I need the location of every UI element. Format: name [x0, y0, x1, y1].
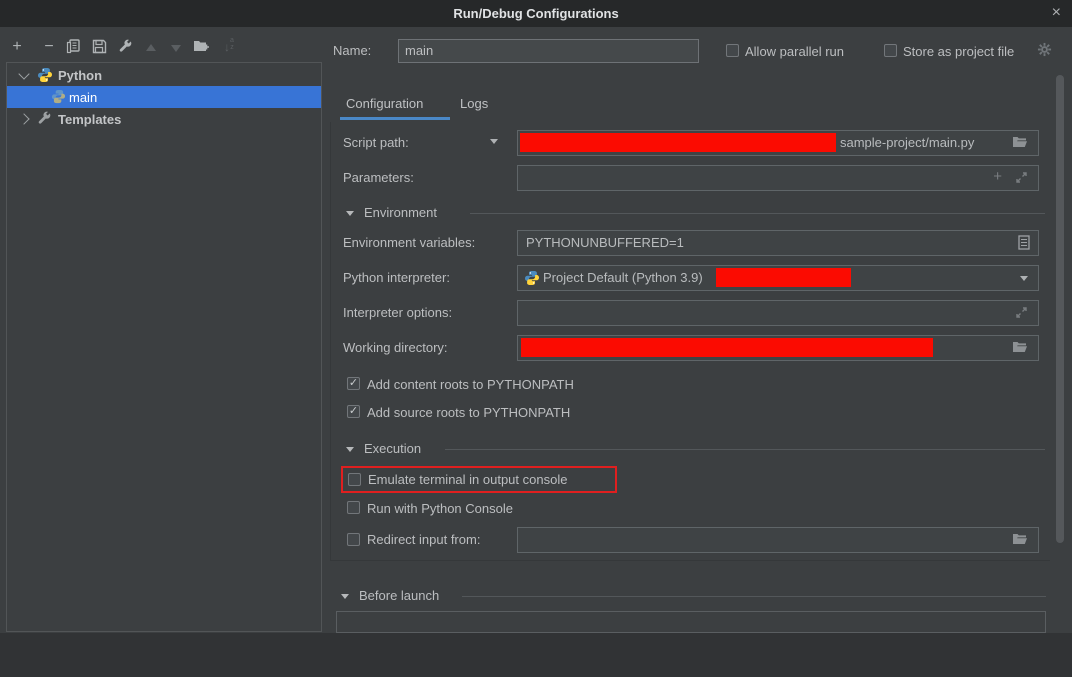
section-divider: [445, 449, 1045, 450]
interpreter-options-input[interactable]: [517, 300, 1039, 326]
python-icon: [37, 67, 53, 83]
python-interpreter-label: Python interpreter:: [343, 270, 450, 285]
gear-icon[interactable]: [1037, 42, 1052, 62]
script-path-value: sample-project/main.py: [840, 131, 974, 155]
allow-parallel-run-label: Allow parallel run: [745, 44, 844, 59]
execution-collapse-icon[interactable]: [346, 447, 354, 452]
tree-item-label: Templates: [58, 112, 121, 127]
before-launch-section-header: Before launch: [359, 588, 439, 603]
copy-configuration-icon[interactable]: [63, 37, 83, 57]
tree-item-label: main: [69, 90, 97, 105]
configurations-tree: Python main Templates: [6, 62, 322, 632]
edit-templates-icon[interactable]: [115, 37, 135, 57]
python-icon: [524, 270, 540, 291]
tree-item-python[interactable]: Python: [7, 64, 321, 86]
store-as-project-file-label: Store as project file: [903, 44, 1014, 59]
vertical-scrollbar[interactable]: [1056, 75, 1064, 543]
script-path-type-dropdown-icon[interactable]: [490, 139, 498, 144]
tree-item-main[interactable]: main: [7, 86, 321, 108]
redaction-block: [521, 338, 933, 357]
environment-section-header: Environment: [364, 205, 437, 220]
script-path-input[interactable]: sample-project/main.py: [517, 130, 1039, 156]
execution-section-header: Execution: [364, 441, 421, 456]
run-with-python-console-label: Run with Python Console: [367, 501, 513, 516]
folder-icon[interactable]: [1012, 340, 1028, 359]
add-content-roots-label: Add content roots to PYTHONPATH: [367, 377, 574, 392]
interpreter-options-label: Interpreter options:: [343, 305, 452, 320]
expand-field-icon[interactable]: [1015, 306, 1028, 324]
sort-configurations-icon: ↓az: [219, 37, 239, 57]
chevron-down-icon[interactable]: [1020, 276, 1028, 281]
redaction-block: [716, 268, 851, 287]
emulate-terminal-label: Emulate terminal in output console: [368, 472, 567, 487]
chevron-right-icon[interactable]: [18, 113, 29, 124]
environment-collapse-icon[interactable]: [346, 211, 354, 216]
tree-item-templates[interactable]: Templates: [7, 108, 321, 130]
dialog-footer: ? OK Cancel Apply: [0, 633, 1072, 677]
active-tab-underline: [340, 117, 450, 120]
allow-parallel-run-checkbox[interactable]: [726, 44, 739, 57]
redaction-block: [520, 133, 836, 152]
working-directory-label: Working directory:: [343, 340, 448, 355]
move-up-icon: [141, 37, 161, 57]
run-with-python-console-checkbox[interactable]: [347, 501, 360, 514]
before-launch-task-list[interactable]: [336, 611, 1046, 633]
add-macro-icon[interactable]: +: [993, 168, 1002, 185]
tab-configuration[interactable]: Configuration: [346, 96, 423, 111]
environment-variables-value: PYTHONUNBUFFERED=1: [526, 231, 684, 255]
tab-logs[interactable]: Logs: [460, 96, 488, 111]
scrollpane-left-edge: [330, 122, 331, 560]
python-interpreter-combobox[interactable]: Project Default (Python 3.9): [517, 265, 1039, 291]
add-source-roots-checkbox[interactable]: ✓: [347, 405, 360, 418]
redirect-input-checkbox[interactable]: [347, 533, 360, 546]
move-down-icon: [166, 37, 186, 57]
before-launch-collapse-icon[interactable]: [341, 594, 349, 599]
tree-item-label: Python: [58, 68, 102, 83]
name-input[interactable]: main: [398, 39, 699, 63]
parameters-label: Parameters:: [343, 170, 414, 185]
close-icon[interactable]: ×: [1052, 3, 1061, 23]
browse-variables-icon[interactable]: [1018, 235, 1030, 255]
folder-icon[interactable]: [1012, 532, 1028, 551]
add-content-roots-checkbox[interactable]: ✓: [347, 377, 360, 390]
script-path-label: Script path:: [343, 135, 409, 150]
name-label: Name:: [333, 43, 371, 58]
name-value: main: [405, 43, 433, 58]
folder-icon[interactable]: [1012, 135, 1028, 154]
add-configuration-icon[interactable]: +: [7, 37, 27, 57]
chevron-down-icon[interactable]: [18, 68, 29, 79]
store-as-project-file-checkbox[interactable]: [884, 44, 897, 57]
wrench-icon: [37, 111, 53, 127]
emulate-terminal-checkbox[interactable]: [348, 473, 361, 486]
dialog-title: Run/Debug Configurations: [453, 6, 618, 21]
python-icon: [51, 89, 67, 105]
environment-variables-input[interactable]: PYTHONUNBUFFERED=1: [517, 230, 1039, 256]
parameters-input[interactable]: +: [517, 165, 1039, 191]
expand-field-icon[interactable]: [1015, 171, 1028, 189]
environment-variables-label: Environment variables:: [343, 235, 475, 250]
working-directory-input[interactable]: [517, 335, 1039, 361]
run-debug-configurations-dialog: Run/Debug Configurations × + − ↓az Pytho…: [0, 0, 1072, 677]
add-source-roots-label: Add source roots to PYTHONPATH: [367, 405, 570, 420]
remove-configuration-icon[interactable]: −: [39, 37, 59, 57]
python-interpreter-value: Project Default (Python 3.9): [543, 266, 703, 290]
new-folder-icon[interactable]: [191, 37, 211, 57]
scrollpane-bottom-edge: [330, 560, 1050, 561]
section-divider: [470, 213, 1045, 214]
redirect-input-label: Redirect input from:: [367, 532, 480, 547]
save-configuration-icon[interactable]: [89, 37, 109, 57]
redirect-input-field[interactable]: [517, 527, 1039, 553]
section-divider: [462, 596, 1046, 597]
title-bar: Run/Debug Configurations ×: [0, 0, 1072, 27]
